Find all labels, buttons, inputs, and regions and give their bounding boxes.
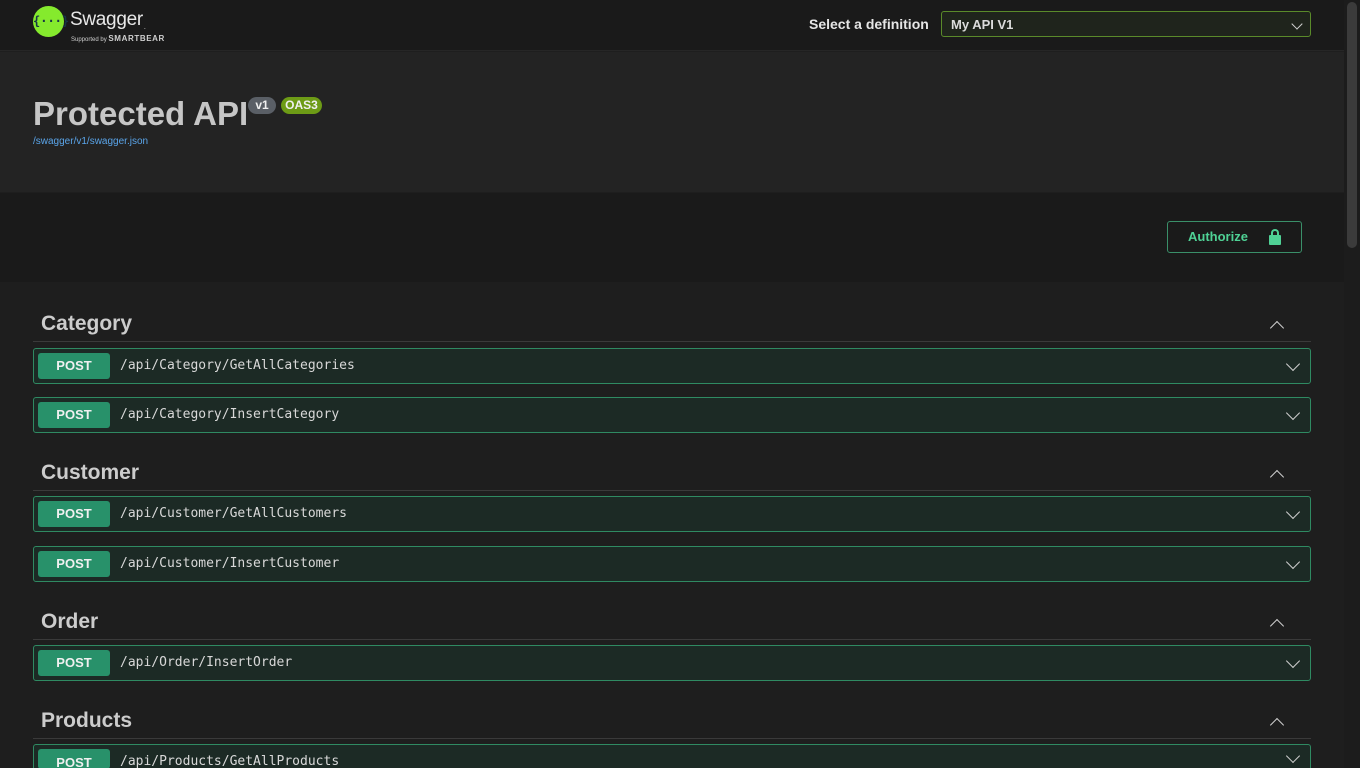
swagger-logo-icon: {···} [33,6,69,37]
chevron-down-icon[interactable] [1285,554,1301,570]
operation-row[interactable]: POST /api/Category/InsertCategory [33,397,1311,433]
spec-link[interactable]: /swagger/v1/swagger.json [33,136,148,147]
method-badge: POST [38,501,110,527]
tag-products[interactable]: Products [33,699,1311,739]
tag-title: Category [41,312,133,335]
tag-customer[interactable]: Customer [33,451,1311,491]
operation-path: /api/Customer/InsertCustomer [120,556,340,571]
operation-row[interactable]: POST /api/Products/GetAllProducts [33,744,1311,768]
method-badge: POST [38,650,110,676]
definition-select[interactable]: My API V1 [941,11,1311,37]
topbar: {···} Swagger. Supported by SMARTBEAR Se… [0,0,1344,51]
method-badge: POST [38,402,110,428]
swagger-logo[interactable]: {···} Swagger. Supported by SMARTBEAR [33,6,173,44]
operation-path: /api/Category/InsertCategory [120,407,340,422]
operation-path: /api/Customer/GetAllCustomers [120,506,347,521]
operation-row[interactable]: POST /api/Customer/InsertCustomer [33,546,1311,582]
operation-path: /api/Order/InsertOrder [120,655,293,670]
oas-badge: OAS3 [281,97,322,114]
logo-sub-brand: SMARTBEAR [108,34,165,43]
scrollbar-thumb[interactable] [1347,2,1357,248]
definition-select-value: My API V1 [951,17,1014,32]
operation-path: /api/Category/GetAllCategories [120,358,355,373]
version-badge: v1 [248,97,276,114]
chevron-up-icon[interactable] [1269,618,1285,634]
operation-row[interactable]: POST /api/Category/GetAllCategories [33,348,1311,384]
tag-title: Order [41,610,99,633]
operation-row[interactable]: POST /api/Order/InsertOrder [33,645,1311,681]
tag-category[interactable]: Category [33,302,1311,342]
chevron-down-icon[interactable] [1285,356,1301,372]
logo-tm: . [143,24,146,31]
tag-order[interactable]: Order [33,600,1311,640]
chevron-down-icon[interactable] [1285,504,1301,520]
chevron-down-icon[interactable] [1285,748,1301,764]
logo-name: Swagger [70,9,143,30]
method-badge: POST [38,749,110,768]
chevron-up-icon[interactable] [1269,469,1285,485]
lock-icon [1268,229,1282,245]
authorize-button[interactable]: Authorize [1167,221,1302,253]
logo-sub-prefix: Supported by [71,37,107,43]
method-badge: POST [38,353,110,379]
authorize-label: Authorize [1188,229,1248,244]
method-badge: POST [38,551,110,577]
tag-title: Customer [41,461,140,484]
operation-row[interactable]: POST /api/Customer/GetAllCustomers [33,496,1311,532]
chevron-down-icon [1291,18,1303,30]
logo-sub: Supported by SMARTBEAR [71,34,165,43]
chevron-down-icon[interactable] [1285,405,1301,421]
chevron-down-icon[interactable] [1285,653,1301,669]
scheme-container [0,193,1344,282]
chevron-up-icon[interactable] [1269,717,1285,733]
tag-title: Products [41,709,133,732]
definition-label: Select a definition [809,16,929,32]
page-title: Protected API [33,95,249,132]
chevron-up-icon[interactable] [1269,320,1285,336]
operation-path: /api/Products/GetAllProducts [120,754,340,768]
scrollbar[interactable] [1344,0,1360,768]
